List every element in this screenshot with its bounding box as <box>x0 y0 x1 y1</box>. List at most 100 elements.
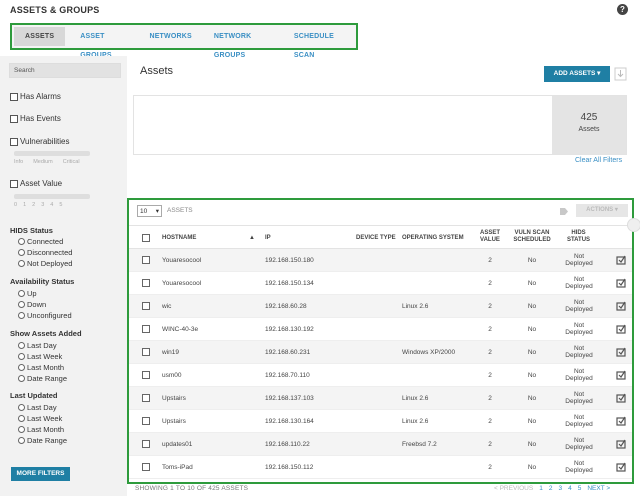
filter-vulnerabilities[interactable]: Vulnerabilities <box>10 137 70 146</box>
cell-asset-value: 2 <box>488 349 492 356</box>
table-row[interactable]: Youaresocool 192.168.150.180 2 No Not Deploy… <box>129 249 632 272</box>
asset-details-icon[interactable] <box>615 254 627 266</box>
sort-asc-icon[interactable]: ▲ <box>249 235 255 242</box>
asset-details-icon[interactable] <box>615 300 627 312</box>
per-page-select[interactable]: 10 ▾ <box>137 205 162 217</box>
asset-details-icon[interactable] <box>615 392 627 404</box>
asset-details-icon[interactable] <box>615 438 627 450</box>
checkbox[interactable] <box>10 179 18 188</box>
radio-connected[interactable]: Connected <box>18 237 63 246</box>
asset-value-slider[interactable] <box>14 194 90 199</box>
table-row[interactable]: wic 192.168.60.28 Linux 2.6 2 No Not Deployed <box>129 295 632 318</box>
row-checkbox[interactable] <box>142 302 150 310</box>
page-link[interactable]: 2 <box>549 485 553 492</box>
cell-hostname: usm00 <box>162 372 182 379</box>
table-row[interactable]: updates01 192.168.110.22 Freebsd 7.2 2 No Not… <box>129 433 632 456</box>
vulnerability-slider[interactable] <box>14 151 90 156</box>
tag-icon[interactable] <box>559 207 569 216</box>
col-os[interactable]: OPERATING SYSTEM <box>402 235 464 242</box>
asset-details-icon[interactable] <box>615 415 627 427</box>
table-row[interactable]: Toms-iPad 192.168.150.112 2 No Not Deployed <box>129 456 632 479</box>
asset-details-icon[interactable] <box>615 277 627 289</box>
search-input[interactable]: Search <box>9 63 121 78</box>
cell-vuln-scan: No <box>527 464 537 471</box>
radio-disconnected[interactable]: Disconnected <box>18 248 72 257</box>
panel-toggle-handle[interactable] <box>627 218 640 232</box>
table-row[interactable]: Upstairs 192.168.137.103 Linux 2.6 2 No Not D… <box>129 387 632 410</box>
page-link[interactable]: 4 <box>568 485 572 492</box>
asset-details-icon[interactable] <box>615 323 627 335</box>
radio-added-date-range[interactable]: Date Range <box>18 374 67 383</box>
checkbox[interactable] <box>10 137 18 146</box>
row-checkbox[interactable] <box>142 417 150 425</box>
cell-hids-status: Not Deployed <box>565 276 593 290</box>
radio-updated-last-month[interactable]: Last Month <box>18 425 64 434</box>
radio-unconfigured[interactable]: Unconfigured <box>18 311 72 320</box>
tab-asset-groups[interactable]: ASSET GROUPS <box>69 27 138 59</box>
level-label: Critical <box>62 159 80 165</box>
actions-button[interactable]: ACTIONS ▾ <box>576 204 628 217</box>
tab-network-groups[interactable]: NETWORK GROUPS <box>203 27 283 59</box>
previous-page-link[interactable]: < PREVIOUS <box>494 485 533 492</box>
tab-networks[interactable]: NETWORKS <box>138 27 202 46</box>
col-device-type[interactable]: DEVICE TYPE <box>356 235 396 242</box>
row-checkbox[interactable] <box>142 371 150 379</box>
radio-added-last-week[interactable]: Last Week <box>18 352 62 361</box>
asset-count-tile[interactable]: 425 Assets <box>552 96 626 154</box>
per-page-value: 10 <box>140 207 148 215</box>
section-title: Assets <box>140 65 174 77</box>
table-row[interactable]: Upstairs 192.168.130.164 Linux 2.6 2 No Not D… <box>129 410 632 433</box>
add-assets-button[interactable]: ADD ASSETS ▾ <box>544 66 610 82</box>
table-row[interactable]: usm00 192.168.70.110 2 No Not Deployed <box>129 364 632 387</box>
row-checkbox[interactable] <box>142 440 150 448</box>
col-asset-value[interactable]: ASSET VALUE <box>479 230 501 244</box>
select-all-checkbox[interactable] <box>142 234 150 242</box>
page-link[interactable]: 1 <box>539 485 543 492</box>
filter-has-alarms[interactable]: Has Alarms <box>10 92 61 101</box>
page-link[interactable]: 3 <box>558 485 562 492</box>
tick-label: 2 <box>32 202 36 208</box>
radio-updated-last-week[interactable]: Last Week <box>18 414 62 423</box>
more-filters-button[interactable]: MORE FILTERS <box>11 467 70 481</box>
checkbox[interactable] <box>10 114 18 123</box>
col-vuln-scan[interactable]: VULN SCAN SCHEDULED <box>512 230 552 244</box>
tab-bar: ASSETS ASSET GROUPS NETWORKS NETWORK GRO… <box>10 23 358 59</box>
radio-up[interactable]: Up <box>18 289 37 298</box>
radio-updated-date-range[interactable]: Date Range <box>18 436 67 445</box>
clear-filters-link[interactable]: Clear All Filters <box>575 157 622 164</box>
tab-assets[interactable]: ASSETS <box>14 27 66 46</box>
radio-added-last-day[interactable]: Last Day <box>18 341 57 350</box>
cell-hostname: wic <box>162 303 172 310</box>
download-icon[interactable] <box>614 67 627 81</box>
cell-hostname: win19 <box>162 349 179 356</box>
asset-details-icon[interactable] <box>615 369 627 381</box>
asset-details-icon[interactable] <box>615 461 627 473</box>
row-checkbox[interactable] <box>142 256 150 264</box>
page-link[interactable]: 5 <box>578 485 582 492</box>
row-checkbox[interactable] <box>142 279 150 287</box>
next-page-link[interactable]: NEXT > <box>587 485 610 492</box>
tab-schedule-scan[interactable]: SCHEDULE SCAN <box>283 27 356 59</box>
col-hids-status[interactable]: HIDS STATUS <box>566 230 591 244</box>
filter-has-events[interactable]: Has Events <box>10 114 61 123</box>
cell-hostname: Youaresocool <box>162 280 202 287</box>
cell-asset-value: 2 <box>488 326 492 333</box>
radio-updated-last-day[interactable]: Last Day <box>18 403 57 412</box>
row-checkbox[interactable] <box>142 348 150 356</box>
radio-down[interactable]: Down <box>18 300 46 309</box>
asset-details-icon[interactable] <box>615 346 627 358</box>
checkbox[interactable] <box>10 92 18 101</box>
filter-asset-value[interactable]: Asset Value <box>10 179 62 188</box>
col-ip[interactable]: IP <box>265 235 271 242</box>
radio-not-deployed[interactable]: Not Deployed <box>18 259 72 268</box>
help-icon[interactable]: ? <box>617 4 628 15</box>
col-hostname[interactable]: HOSTNAME <box>162 235 196 242</box>
table-row[interactable]: Youaresocool 192.168.150.134 2 No Not Deploy… <box>129 272 632 295</box>
radio-added-last-month[interactable]: Last Month <box>18 363 64 372</box>
row-checkbox[interactable] <box>142 325 150 333</box>
table-row[interactable]: win19 192.168.60.231 Windows XP/2000 2 No Not… <box>129 341 632 364</box>
row-checkbox[interactable] <box>142 394 150 402</box>
row-checkbox[interactable] <box>142 463 150 471</box>
table-row[interactable]: WINC-40-3e 192.168.130.192 2 No Not Deployed <box>129 318 632 341</box>
tick-label: 3 <box>41 202 45 208</box>
